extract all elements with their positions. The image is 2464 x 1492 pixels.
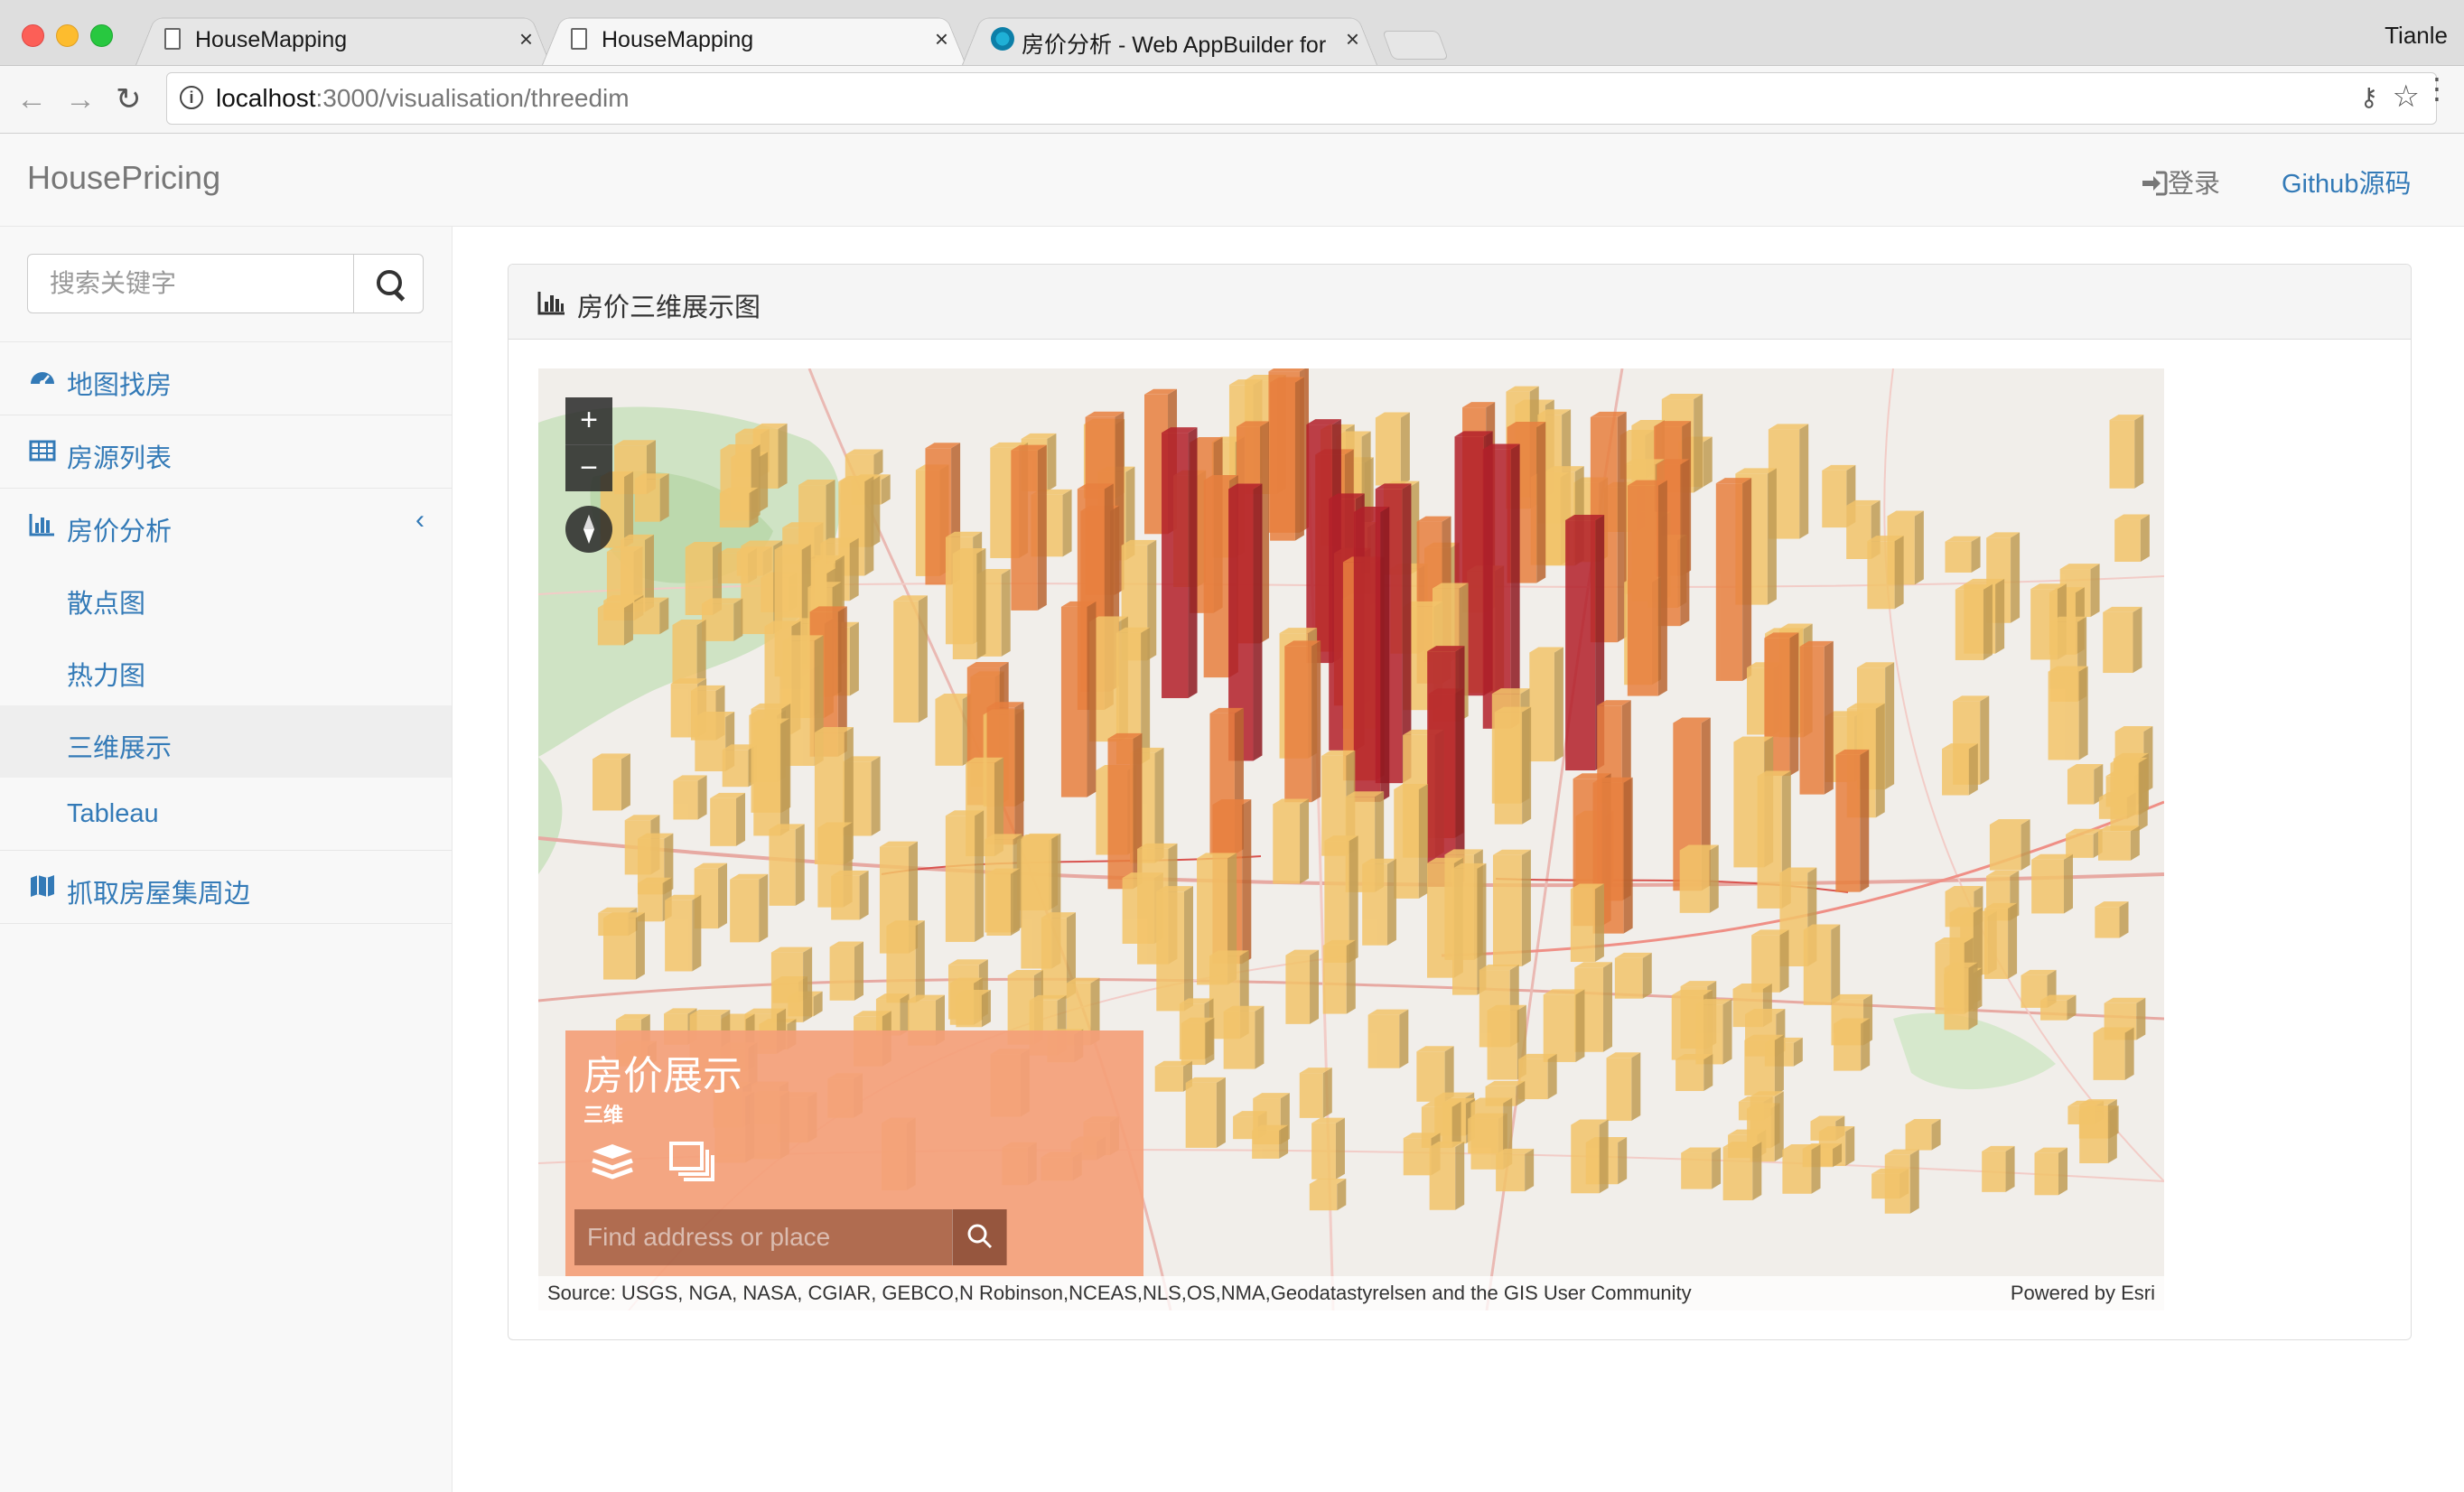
sidebar-item-label: 地图找房 (67, 371, 173, 400)
search-button[interactable] (353, 254, 424, 313)
compass-icon (583, 515, 594, 544)
map-icon (31, 875, 54, 897)
search-icon (967, 1224, 993, 1249)
tab-close-icon[interactable]: × (935, 25, 948, 53)
page-icon (571, 28, 587, 50)
sidebar: 地图找房 房源列表 房价分析 ‹ 散点图 (0, 227, 453, 1492)
subitem-label: 热力图 (67, 662, 146, 691)
sidebar-group-price-analysis: 房价分析 ‹ 散点图 热力图 三维展示 Tableau (0, 489, 452, 851)
browser-tab-2[interactable]: HouseMapping × (542, 13, 966, 65)
browser-tab-1[interactable]: HouseMapping × (135, 13, 551, 65)
sidebar-item-map-search[interactable]: 地图找房 (0, 342, 452, 415)
zoom-in-button[interactable]: + (565, 397, 612, 445)
new-tab-button[interactable] (1382, 31, 1449, 60)
app-header-widget: 房价展示 三维 (565, 1030, 1143, 1276)
reload-icon[interactable]: ↻ (116, 84, 142, 115)
panel-heading: 房价三维展示图 (509, 265, 2411, 340)
url-text[interactable]: localhost:3000/visualisation/threedim (216, 84, 630, 113)
bookmark-star-icon[interactable]: ☆ (2393, 79, 2420, 115)
maximize-window-button[interactable] (90, 24, 113, 47)
subitem-label: 散点图 (67, 590, 146, 619)
attribution-source: Source: USGS, NGA, NASA, CGIAR, GEBCO,N … (547, 1282, 1692, 1304)
search-input[interactable] (27, 254, 354, 313)
page-icon (164, 28, 181, 50)
sidebar-search (27, 254, 424, 313)
sidebar-subitem-scatter[interactable]: 散点图 (0, 561, 452, 633)
widget-subtitle: 三维 (583, 1104, 624, 1126)
zoom-out-button[interactable]: − (565, 445, 612, 492)
bar-chart-icon (29, 514, 54, 536)
key-icon[interactable]: ⚷ (2359, 82, 2378, 112)
browser-menu-icon[interactable]: ⋮ (2422, 74, 2451, 103)
login-link[interactable]: 登录 (2141, 163, 2220, 200)
powered-by-esri[interactable]: Powered by Esri (2011, 1282, 2155, 1305)
chevron-left-icon[interactable]: ‹ (415, 505, 425, 536)
sidebar-subitem-3d[interactable]: 三维展示 (0, 705, 452, 778)
tab-close-icon[interactable]: × (1346, 25, 1359, 53)
sidebar-subitem-heatmap[interactable]: 热力图 (0, 633, 452, 705)
back-arrow-icon[interactable]: ← (16, 84, 47, 115)
tab-close-icon[interactable]: × (519, 25, 533, 53)
scene-view-map[interactable]: + − 房价展示 三维 Find address or place Source… (538, 368, 2164, 1310)
browser-tab-3[interactable]: 房价分析 - Web AppBuilder for × (962, 13, 1377, 65)
app-navbar: HousePricing 登录 Github源码 (0, 134, 2464, 227)
geocoder (574, 1209, 1007, 1265)
layer-list-icon[interactable] (589, 1141, 636, 1182)
brand-logo-text[interactable]: HousePricing (27, 159, 220, 197)
sidebar-item-price-analysis[interactable]: 房价分析 ‹ (0, 489, 452, 561)
minimize-window-button[interactable] (56, 24, 79, 47)
sidebar-subitem-tableau[interactable]: Tableau (0, 778, 452, 850)
basemap-gallery-icon[interactable] (668, 1141, 715, 1182)
browser-titlebar: HouseMapping × HouseMapping × 房价分析 - Web… (0, 0, 2464, 66)
github-source-link[interactable]: Github源码 (2282, 163, 2411, 200)
profile-name[interactable]: Tianle (2385, 22, 2448, 50)
subitem-label: Tableau (67, 799, 159, 828)
web-appbuilder-icon (991, 27, 1014, 51)
sidebar-item-listings[interactable]: 房源列表 (0, 415, 452, 489)
table-icon (29, 440, 56, 462)
map-attribution: Source: USGS, NGA, NASA, CGIAR, GEBCO,N … (538, 1276, 2164, 1310)
info-icon[interactable]: i (180, 86, 203, 109)
geocoder-search-button[interactable] (952, 1209, 1007, 1265)
sign-in-icon (2142, 171, 2168, 196)
dashboard-icon (31, 372, 54, 386)
sidebar-item-label: 房源列表 (67, 444, 173, 473)
subitem-label: 三维展示 (67, 734, 173, 763)
find-address-input[interactable] (574, 1209, 952, 1265)
login-label: 登录 (2168, 170, 2221, 199)
forward-arrow-icon[interactable]: → (65, 84, 96, 115)
panel-title: 房价三维展示图 (577, 294, 761, 322)
zoom-control: + − (565, 397, 612, 491)
sidebar-item-label: 抓取房屋集周边 (67, 880, 251, 909)
close-window-button[interactable] (22, 24, 44, 47)
visualisation-panel: 房价三维展示图 + − 房价展示 三维 Find address or plac… (508, 264, 2412, 1340)
tab-label: HouseMapping (195, 27, 348, 52)
sidebar-item-label: 房价分析 (67, 518, 173, 546)
widget-title: 房价展示 (583, 1054, 742, 1098)
address-bar[interactable]: i localhost:3000/visualisation/threedim … (166, 72, 2437, 125)
compass-button[interactable] (565, 506, 612, 553)
tab-label: HouseMapping (602, 27, 754, 52)
sidebar-menu: 地图找房 房源列表 房价分析 ‹ 散点图 热力图 三维展示 Tableau 抓取… (0, 341, 452, 924)
sidebar-item-crawl-surroundings[interactable]: 抓取房屋集周边 (0, 851, 452, 924)
tab-label: 房价分析 - Web AppBuilder for (1022, 33, 1327, 58)
bar-chart-icon (537, 292, 565, 315)
